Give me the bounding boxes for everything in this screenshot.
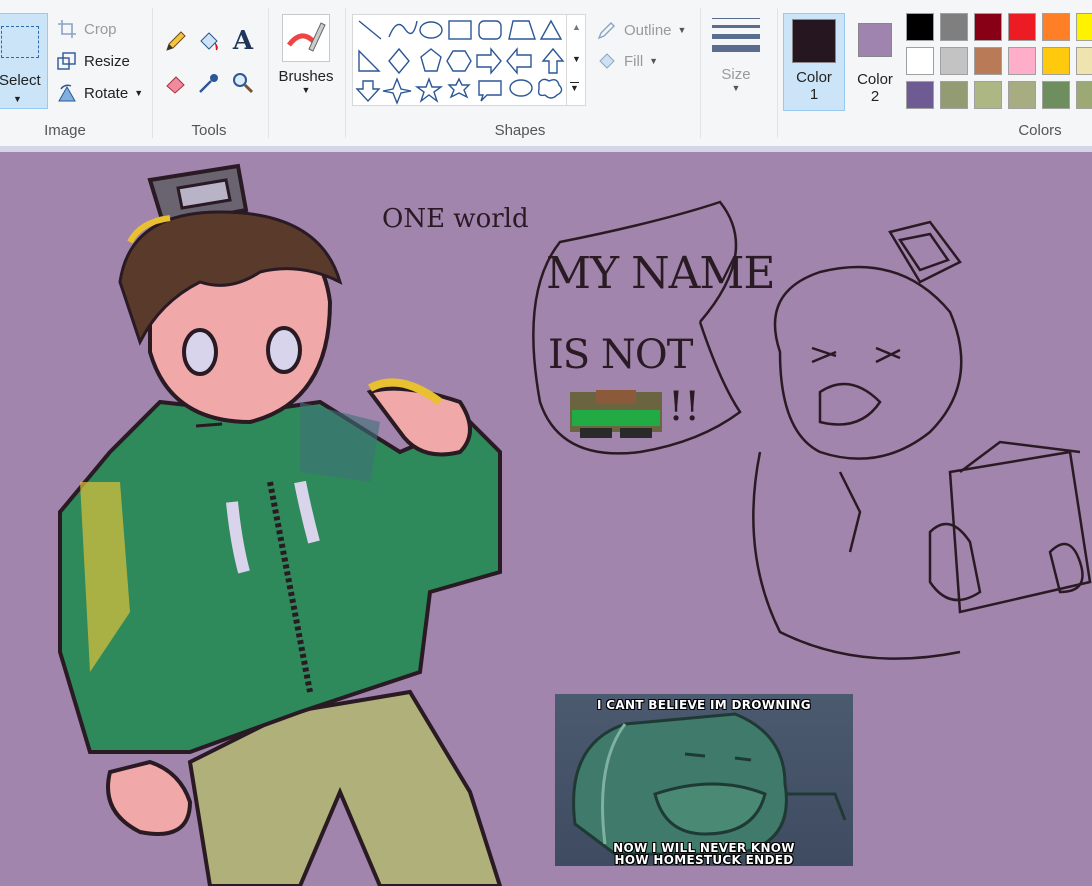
chevron-down-icon: ▼ bbox=[649, 56, 659, 66]
tiny-character-sprite bbox=[570, 390, 662, 438]
pencil-icon[interactable] bbox=[163, 28, 189, 54]
speech-exclaim: !! bbox=[668, 384, 701, 430]
eraser-icon[interactable] bbox=[163, 70, 189, 96]
chevron-down-icon: ▼ bbox=[301, 85, 311, 95]
chevron-down-icon: ▼ bbox=[731, 83, 741, 93]
color1-swatch bbox=[792, 19, 836, 63]
palette-swatch[interactable] bbox=[1008, 13, 1036, 41]
palette-swatch[interactable] bbox=[940, 13, 968, 41]
group-label-shapes: Shapes bbox=[494, 122, 546, 139]
speech-line-2: IS NOT bbox=[548, 332, 693, 378]
fill-button[interactable]: Fill ▼ bbox=[596, 50, 658, 72]
painted-character-drawing bbox=[58, 163, 503, 886]
group-label-tools: Tools bbox=[191, 122, 227, 139]
ribbon-toolbar: Select ▼ Crop Resize Rotate ▼ Image A To… bbox=[0, 0, 1092, 147]
palette-swatch[interactable] bbox=[1008, 81, 1036, 109]
chevron-down-icon: ▼ bbox=[134, 88, 144, 98]
group-label-colors: Colors bbox=[1018, 122, 1062, 139]
palette-swatch[interactable] bbox=[974, 13, 1002, 41]
selection-rectangle-icon bbox=[1, 26, 39, 58]
fill-bucket-icon[interactable] bbox=[196, 28, 222, 54]
crop-button[interactable]: Crop bbox=[56, 18, 117, 40]
palette-swatch[interactable] bbox=[1042, 13, 1070, 41]
palette-swatch[interactable] bbox=[1076, 81, 1092, 109]
crop-icon bbox=[56, 18, 78, 40]
line-size-icon bbox=[712, 18, 760, 52]
palette-swatch[interactable] bbox=[1076, 13, 1092, 41]
text-tool-icon[interactable]: A bbox=[230, 26, 256, 56]
chevron-down-icon: ▼ bbox=[677, 25, 687, 35]
meme-image: I CANT BELIEVE IM DROWNING NOW I WILL NE… bbox=[555, 694, 853, 866]
color2-swatch bbox=[858, 23, 892, 57]
color1-button[interactable]: Color 1 bbox=[783, 13, 845, 111]
divider bbox=[345, 8, 346, 138]
shapes-scrollbar[interactable]: ▲ ▼ ▼ bbox=[566, 14, 586, 106]
divider bbox=[700, 8, 701, 138]
palette-swatch[interactable] bbox=[1042, 47, 1070, 75]
palette-swatch[interactable] bbox=[1042, 81, 1070, 109]
fill-bucket-icon bbox=[596, 50, 618, 72]
palette-swatch[interactable] bbox=[1008, 47, 1036, 75]
one-world-text: ONE world bbox=[382, 204, 529, 234]
meme-top-text: I CANT BELIEVE IM DROWNING bbox=[597, 698, 811, 712]
chevron-down-icon: ▼ bbox=[13, 94, 22, 104]
divider bbox=[152, 8, 153, 138]
shapes-gallery-icons bbox=[355, 19, 565, 105]
palette-swatch[interactable] bbox=[974, 47, 1002, 75]
sketch-character-drawing bbox=[752, 220, 1092, 660]
resize-icon bbox=[56, 50, 78, 72]
brushes-button[interactable]: Brushes ▼ bbox=[276, 14, 336, 108]
color-picker-icon[interactable] bbox=[196, 70, 222, 96]
palette-swatch[interactable] bbox=[974, 81, 1002, 109]
brush-icon bbox=[282, 14, 330, 62]
meme-bottom-text-2: HOW HOMESTUCK ENDED bbox=[614, 853, 794, 866]
resize-button[interactable]: Resize bbox=[56, 50, 130, 72]
divider bbox=[777, 8, 778, 138]
color2-button[interactable]: Color 2 bbox=[849, 17, 901, 105]
palette-swatch[interactable] bbox=[906, 13, 934, 41]
palette-swatch[interactable] bbox=[906, 81, 934, 109]
speech-line-1: MY NAME bbox=[546, 248, 776, 299]
size-button[interactable]: Size ▼ bbox=[708, 14, 764, 110]
divider bbox=[268, 8, 269, 138]
select-button[interactable]: Select ▼ bbox=[0, 13, 48, 109]
shapes-gallery bbox=[352, 14, 586, 106]
palette-swatch[interactable] bbox=[1076, 47, 1092, 75]
outline-pencil-icon bbox=[596, 19, 618, 41]
magnifier-icon[interactable] bbox=[230, 70, 256, 96]
outline-button[interactable]: Outline ▼ bbox=[596, 19, 686, 41]
rotate-icon bbox=[56, 82, 78, 104]
rotate-button[interactable]: Rotate ▼ bbox=[56, 82, 143, 104]
palette-swatch[interactable] bbox=[940, 81, 968, 109]
drawing-canvas[interactable]: ONE world MY NAME IS NOT !! I CANT BELIE… bbox=[0, 152, 1092, 886]
group-label-image: Image bbox=[44, 122, 86, 139]
palette-swatch[interactable] bbox=[940, 47, 968, 75]
palette-swatch[interactable] bbox=[906, 47, 934, 75]
